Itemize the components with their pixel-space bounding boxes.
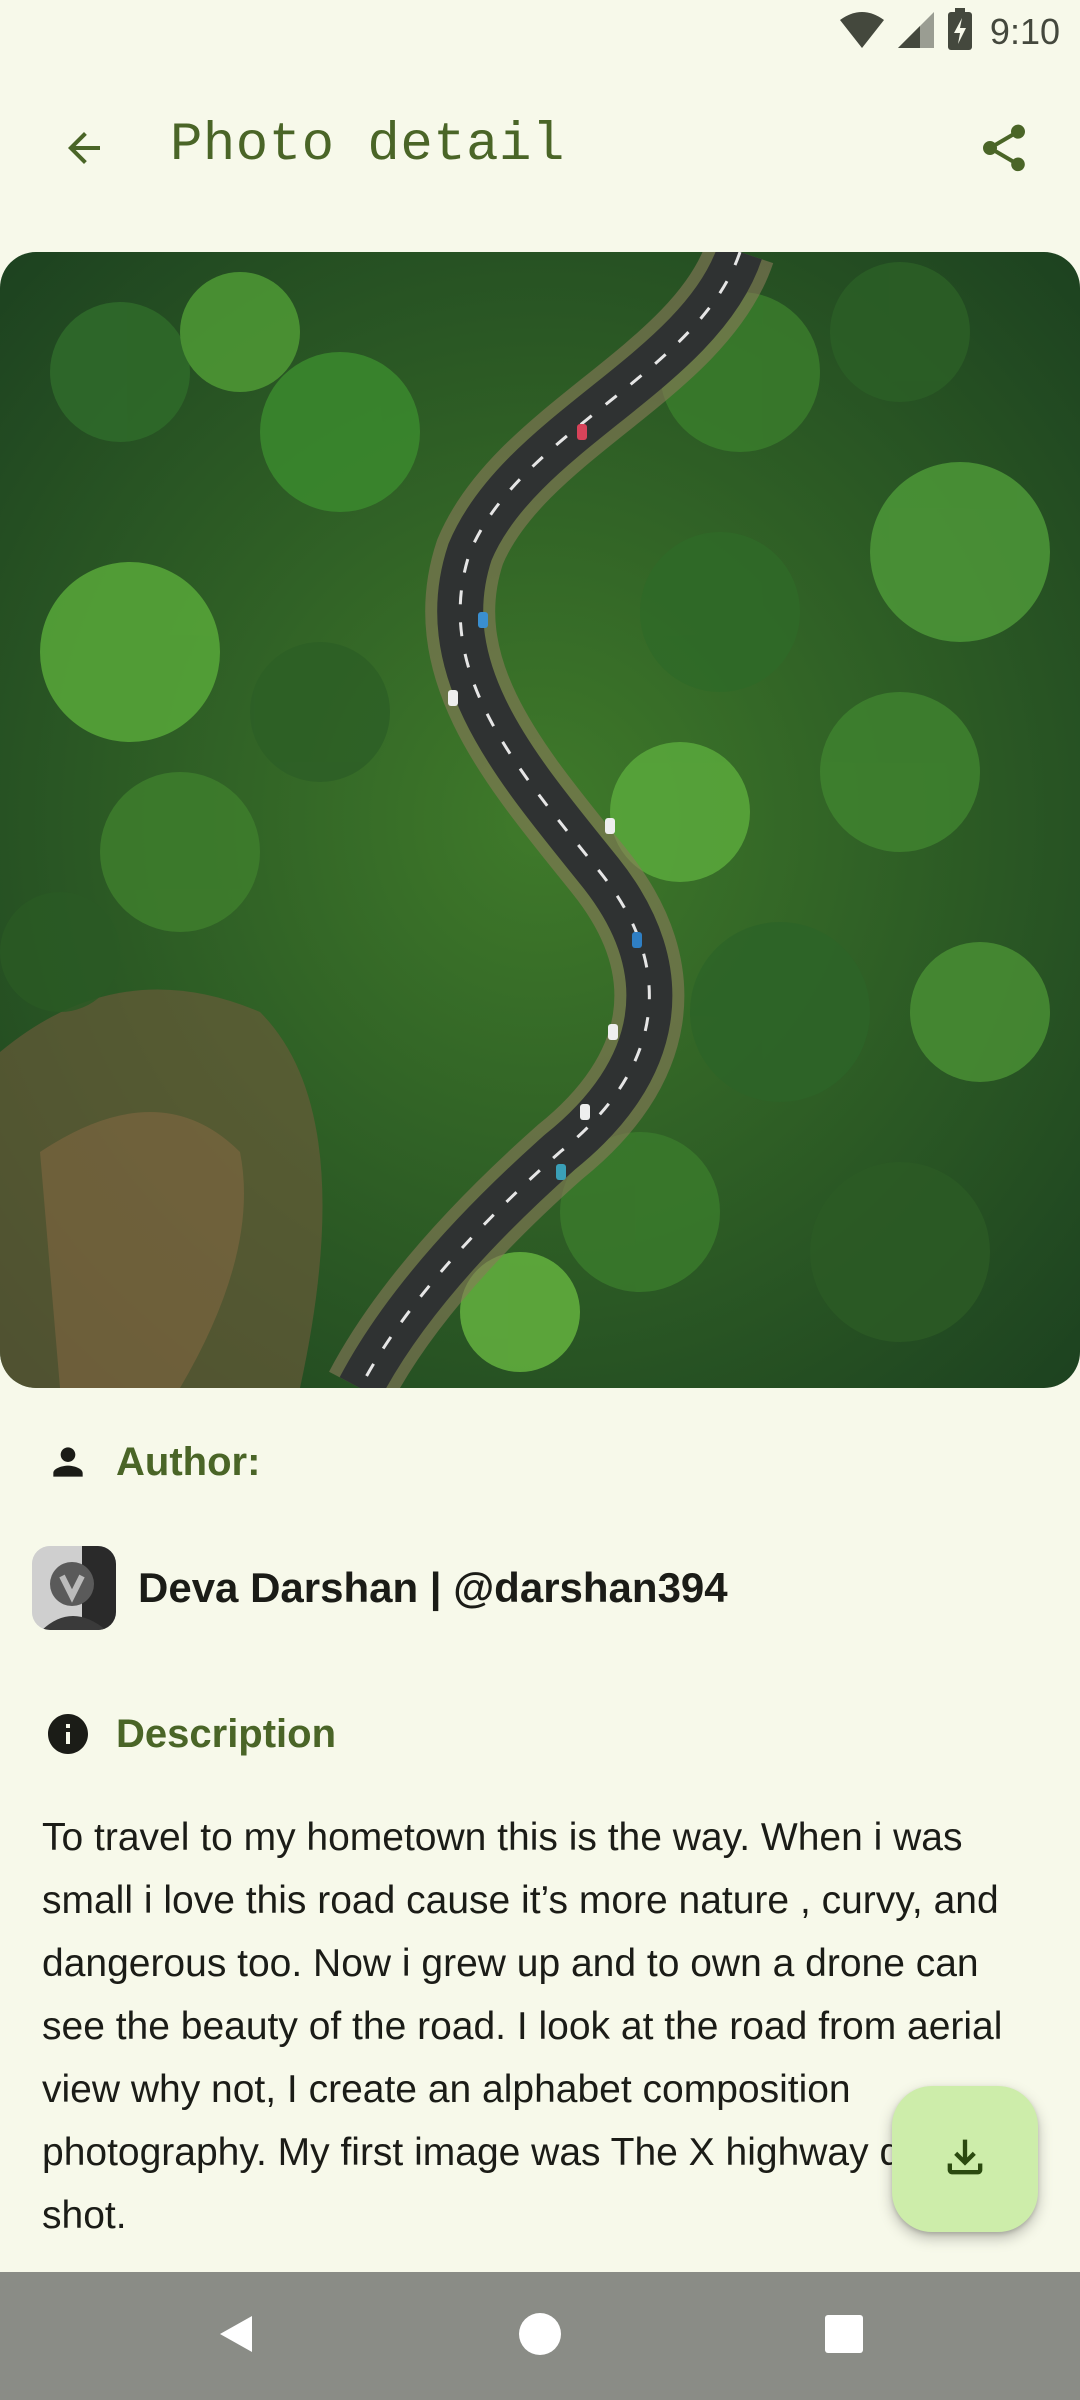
- download-button[interactable]: [892, 2086, 1038, 2232]
- home-circle-icon: [517, 2311, 563, 2362]
- description-label: Description: [116, 1711, 337, 1756]
- download-icon: [939, 2131, 991, 2188]
- share-icon: [976, 120, 1032, 181]
- share-button[interactable]: [968, 114, 1040, 186]
- page-title: Photo detail: [170, 115, 565, 176]
- recents-square-icon: [823, 2313, 865, 2360]
- nav-home-button[interactable]: [510, 2306, 570, 2366]
- nav-recents-button[interactable]: [814, 2306, 874, 2366]
- photo-image[interactable]: [0, 252, 1080, 1388]
- battery-charging-icon: [946, 7, 974, 57]
- back-button[interactable]: [48, 114, 120, 186]
- back-triangle-icon: [214, 2312, 258, 2361]
- author-row[interactable]: Deva Darshan | @darshan394: [32, 1546, 728, 1630]
- wifi-icon: [838, 10, 886, 55]
- status-bar: 9:10: [0, 0, 1080, 64]
- avatar: [32, 1546, 116, 1630]
- author-heading: Author:: [44, 1438, 260, 1486]
- person-icon: [44, 1438, 92, 1486]
- author-label: Author:: [116, 1439, 261, 1484]
- nav-back-button[interactable]: [206, 2306, 266, 2366]
- info-icon: [44, 1710, 92, 1758]
- top-app-bar: Photo detail: [0, 96, 1080, 196]
- description-heading: Description: [44, 1710, 336, 1758]
- system-navigation-bar: [0, 2272, 1080, 2400]
- status-time: 9:10: [989, 11, 1060, 52]
- signal-icon: [896, 10, 936, 55]
- arrow-back-icon: [60, 124, 108, 177]
- author-name: Deva Darshan | @darshan394: [138, 1564, 728, 1611]
- status-icons: 9:10: [838, 7, 1060, 57]
